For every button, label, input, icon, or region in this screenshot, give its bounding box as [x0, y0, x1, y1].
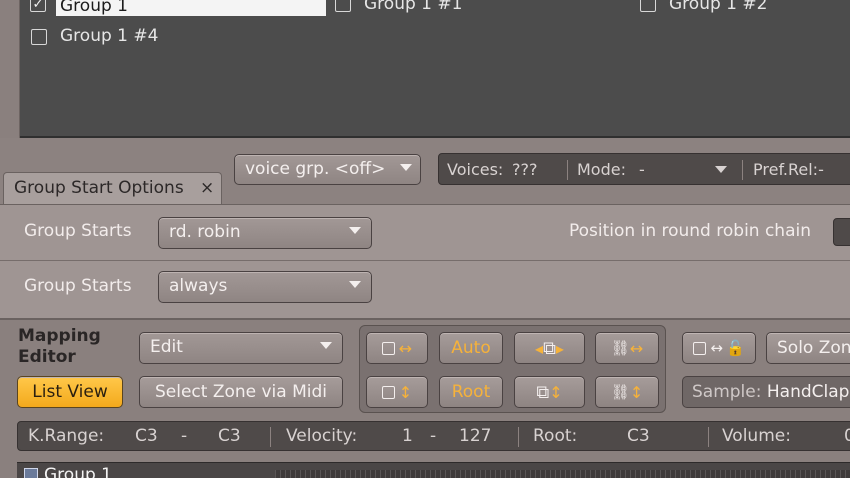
zone-width-button[interactable]: ↔: [366, 332, 428, 364]
root-button[interactable]: Root: [439, 376, 503, 408]
move-zone-horizontal-button[interactable]: ◂ ⧉ ▸: [514, 332, 585, 364]
lock-zones-button[interactable]: ↔ 🔓: [682, 332, 756, 364]
mode-chevron-down-icon[interactable]: [715, 166, 727, 173]
link-icon: ⛓: [610, 339, 630, 357]
info-separator: [270, 427, 271, 447]
volume-label: Volume:: [722, 426, 791, 446]
left-panel-edge: [0, 0, 20, 150]
zone-list-ruler: [275, 470, 850, 478]
arrow-horizontal-icon: ↔: [629, 338, 644, 358]
group-checkbox-selected[interactable]: ✓: [30, 0, 46, 12]
arrow-horizontal-icon: ↔: [710, 339, 723, 357]
key-range-low[interactable]: C3: [135, 426, 158, 446]
group-starts-condition-dropdown[interactable]: rd. robin: [158, 217, 372, 249]
voices-label: Voices:: [447, 160, 504, 179]
chevron-down-icon: [320, 342, 332, 349]
zone-square-icon: [381, 341, 395, 355]
chevron-down-icon: [349, 281, 361, 288]
zone-square-icon: [693, 341, 707, 355]
chevron-down-icon: [349, 227, 361, 234]
mapping-editor-title-line2: Editor: [18, 347, 76, 367]
zone-list-checkbox[interactable]: [24, 468, 38, 478]
tab-label: Group Start Options: [14, 178, 184, 198]
pref-rel-label[interactable]: Pref.Rel:-: [753, 160, 824, 179]
sample-value: HandClap: [766, 382, 850, 402]
volume-value[interactable]: 0: [844, 426, 850, 446]
group-item-selected[interactable]: Group 1: [56, 0, 326, 16]
zone-width-link-button[interactable]: ⛓ ↔: [595, 332, 659, 364]
zone-info-bar: K.Range: C3 - C3 Velocity: 1 - 127 Root:…: [17, 421, 850, 451]
key-range-high[interactable]: C3: [218, 426, 241, 446]
group-item-label[interactable]: Group 1 #1: [364, 0, 462, 14]
voices-bar-separator: [742, 160, 743, 180]
voice-group-value: voice grp. <off>: [245, 159, 386, 179]
zone-square-icon: [381, 385, 395, 399]
zone-tools-cluster: ↔ Auto ◂ ⧉ ▸ ⛓ ↔ ↕ Root ⧉ ↕ ⛓ ↕: [359, 325, 666, 413]
velocity-low[interactable]: 1: [402, 426, 413, 446]
edit-mode-dropdown[interactable]: Edit: [139, 332, 343, 364]
mode-label: Mode:: [577, 160, 626, 179]
group-list-panel: [20, 0, 850, 138]
edit-mode-value: Edit: [150, 337, 183, 357]
group-starts-condition-value: always: [169, 276, 228, 296]
voices-bar: Voices: ??? Mode: - Pref.Rel:-: [438, 153, 850, 185]
info-separator: [708, 427, 709, 447]
group-checkbox[interactable]: [31, 29, 47, 45]
sample-field[interactable]: Sample: HandClap: [682, 376, 850, 408]
velocity-high[interactable]: 127: [459, 426, 491, 446]
arrow-right-icon: ▸: [555, 338, 564, 358]
auto-button[interactable]: Auto: [439, 332, 503, 364]
arrow-vertical-icon: ↕: [549, 382, 563, 402]
link-icon: ⛓: [610, 383, 630, 401]
arrow-horizontal-icon: ↔: [398, 338, 413, 358]
voices-value[interactable]: ???: [512, 160, 537, 179]
voice-group-dropdown[interactable]: voice grp. <off>: [234, 154, 421, 185]
close-icon[interactable]: ×: [200, 178, 214, 198]
voices-bar-separator: [567, 160, 568, 180]
key-range-label: K.Range:: [28, 426, 105, 446]
sample-readout: Sample: HandClap: [692, 382, 849, 402]
arrow-vertical-icon: ↕: [398, 382, 413, 402]
round-robin-position-field[interactable]: [833, 218, 850, 246]
zone-height-link-button[interactable]: ⛓ ↕: [595, 376, 659, 408]
velocity-label: Velocity:: [286, 426, 358, 446]
velocity-dash: -: [430, 426, 437, 446]
root-label: Root:: [533, 426, 578, 446]
zone-list-group-label[interactable]: Group 1: [44, 465, 112, 478]
group-checkbox[interactable]: [335, 0, 351, 12]
group-starts-label: Group Starts: [24, 276, 132, 296]
list-view-button[interactable]: List View: [17, 376, 123, 408]
group-item-label[interactable]: Group 1 #4: [60, 26, 158, 46]
sample-label: Sample:: [692, 382, 762, 402]
lock-icon: 🔓: [725, 339, 745, 357]
select-zone-via-midi-button[interactable]: Select Zone via Midi: [139, 376, 343, 408]
group-starts-label: Group Starts: [24, 221, 132, 241]
root-value[interactable]: C3: [627, 426, 650, 446]
mapping-editor-title-line1: Mapping: [18, 326, 101, 346]
mode-value[interactable]: -: [639, 160, 645, 179]
move-zone-vertical-button[interactable]: ⧉ ↕: [514, 376, 585, 408]
info-separator: [518, 427, 519, 447]
group-item-label: Group 1: [60, 0, 128, 16]
round-robin-position-label: Position in round robin chain: [569, 221, 812, 241]
zone-height-button[interactable]: ↕: [366, 376, 428, 408]
tab-group-start-options[interactable]: Group Start Options ×: [3, 172, 222, 204]
arrow-left-icon: ◂: [535, 338, 544, 358]
group-item-label[interactable]: Group 1 #2: [669, 0, 767, 14]
overlap-squares-icon: ⧉: [543, 337, 556, 359]
arrow-vertical-icon: ↕: [629, 382, 644, 402]
group-starts-condition-dropdown[interactable]: always: [158, 271, 372, 303]
group-starts-condition-value: rd. robin: [169, 222, 241, 242]
group-checkbox[interactable]: [640, 0, 656, 12]
row-divider: [0, 260, 850, 261]
key-range-dash: -: [181, 426, 188, 446]
chevron-down-icon: [400, 164, 412, 171]
overlap-squares-icon: ⧉: [536, 381, 550, 403]
mapping-editor-title: Mapping Editor: [18, 326, 101, 368]
solo-zone-button[interactable]: Solo Zone: [766, 332, 850, 364]
